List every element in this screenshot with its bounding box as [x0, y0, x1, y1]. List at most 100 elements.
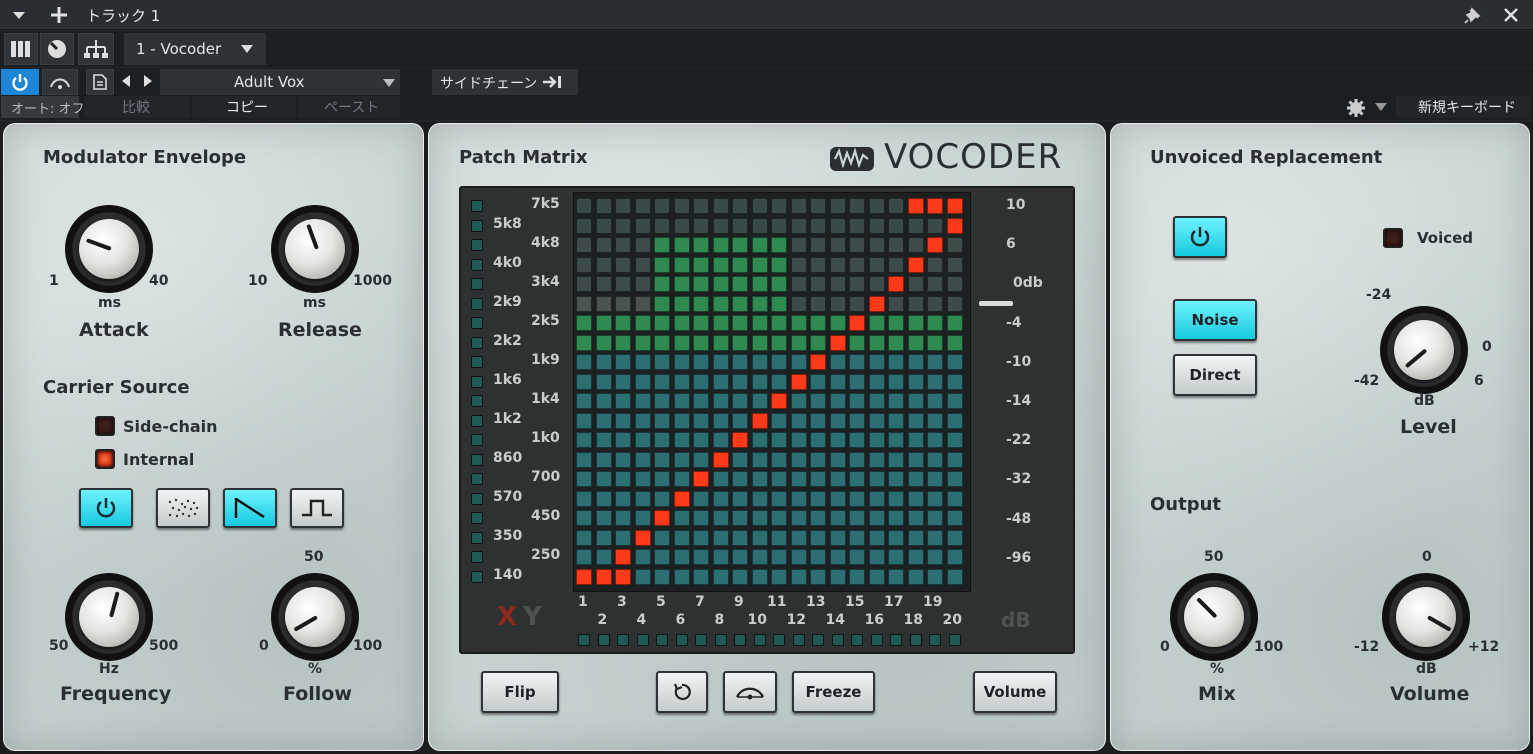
matrix-cell[interactable]: [654, 237, 670, 253]
matrix-cell[interactable]: [595, 373, 612, 390]
matrix-cell[interactable]: [732, 198, 748, 214]
matrix-cell[interactable]: [946, 217, 963, 234]
next-preset-icon[interactable]: [142, 74, 154, 88]
band-led[interactable]: [831, 634, 844, 646]
matrix-cell[interactable]: [615, 490, 631, 507]
row-led[interactable]: [471, 317, 483, 329]
matrix-cell[interactable]: [927, 295, 943, 312]
matrix-cell[interactable]: [849, 295, 865, 312]
band-led[interactable]: [890, 634, 902, 646]
matrix-cell[interactable]: [790, 412, 807, 429]
matrix-cell[interactable]: [595, 451, 612, 468]
sidechain-option[interactable]: Side-chain: [123, 417, 218, 436]
matrix-cell[interactable]: [595, 412, 612, 429]
matrix-cell[interactable]: [849, 354, 865, 370]
matrix-cell[interactable]: [576, 412, 592, 429]
matrix-cell[interactable]: [732, 276, 748, 292]
matrix-cell[interactable]: [907, 198, 924, 214]
matrix-cell[interactable]: [771, 510, 787, 526]
matrix-cell[interactable]: [810, 295, 826, 312]
matrix-cell[interactable]: [654, 256, 670, 273]
matrix-cell[interactable]: [673, 451, 690, 468]
matrix-cell[interactable]: [693, 529, 709, 546]
matrix-cell[interactable]: [907, 276, 924, 292]
matrix-cell[interactable]: [732, 510, 748, 526]
matrix-cell[interactable]: [810, 529, 826, 546]
matrix-cell[interactable]: [576, 490, 592, 507]
matrix-cell[interactable]: [712, 432, 729, 448]
device-select[interactable]: 1 - Vocoder: [124, 33, 266, 65]
saw-wave-button[interactable]: [223, 488, 277, 528]
matrix-cell[interactable]: [693, 393, 709, 409]
matrix-cell[interactable]: [595, 490, 612, 507]
matrix-cell[interactable]: [771, 412, 787, 429]
matrix-cell[interactable]: [868, 432, 885, 448]
matrix-cell[interactable]: [595, 432, 612, 448]
matrix-cell[interactable]: [712, 276, 729, 292]
row-led[interactable]: [471, 200, 483, 212]
mix-knob[interactable]: [1170, 573, 1258, 661]
matrix-cell[interactable]: [693, 373, 709, 390]
row-led[interactable]: [471, 356, 483, 368]
matrix-cell[interactable]: [927, 354, 943, 370]
matrix-cell[interactable]: [576, 237, 592, 253]
matrix-cell[interactable]: [946, 256, 963, 273]
matrix-cell[interactable]: [673, 334, 690, 351]
matrix-cell[interactable]: [732, 334, 748, 351]
matrix-cell[interactable]: [888, 276, 904, 292]
matrix-cell[interactable]: [888, 237, 904, 253]
band-led[interactable]: [578, 634, 590, 646]
matrix-cell[interactable]: [868, 490, 885, 507]
matrix-cell[interactable]: [712, 354, 729, 370]
matrix-cell[interactable]: [868, 256, 885, 273]
matrix-cell[interactable]: [771, 529, 787, 546]
matrix-cell[interactable]: [927, 471, 943, 487]
unvoiced-power-button[interactable]: [1173, 216, 1227, 258]
matrix-cell[interactable]: [751, 471, 768, 487]
matrix-cell[interactable]: [654, 393, 670, 409]
matrix-cell[interactable]: [576, 549, 592, 565]
gear-icon[interactable]: [1346, 98, 1366, 118]
matrix-cell[interactable]: [946, 295, 963, 312]
matrix-cell[interactable]: [771, 237, 787, 253]
matrix-cell[interactable]: [829, 217, 846, 234]
matrix-cell[interactable]: [732, 412, 748, 429]
matrix-cell[interactable]: [810, 198, 826, 214]
matrix-cell[interactable]: [732, 393, 748, 409]
matrix-cell[interactable]: [849, 490, 865, 507]
matrix-cell[interactable]: [849, 451, 865, 468]
matrix-cell[interactable]: [712, 217, 729, 234]
matrix-cell[interactable]: [771, 256, 787, 273]
row-led[interactable]: [471, 473, 483, 485]
band-led[interactable]: [851, 634, 863, 646]
matrix-cell[interactable]: [771, 276, 787, 292]
matrix-cell[interactable]: [771, 471, 787, 487]
row-led[interactable]: [471, 570, 483, 583]
pin-icon[interactable]: [1462, 6, 1482, 26]
matrix-cell[interactable]: [576, 256, 592, 273]
matrix-cell[interactable]: [810, 276, 826, 292]
matrix-cell[interactable]: [907, 237, 924, 253]
matrix-cell[interactable]: [849, 315, 865, 331]
matrix-cell[interactable]: [946, 315, 963, 331]
matrix-cell[interactable]: [751, 315, 768, 331]
matrix-cell[interactable]: [751, 198, 768, 214]
matrix-cell[interactable]: [615, 373, 631, 390]
row-led[interactable]: [471, 512, 483, 524]
band-led[interactable]: [812, 634, 824, 646]
matrix-cell[interactable]: [790, 217, 807, 234]
matrix-cell[interactable]: [946, 334, 963, 351]
matrix-cell[interactable]: [849, 529, 865, 546]
matrix-cell[interactable]: [576, 529, 592, 546]
matrix-cell[interactable]: [712, 256, 729, 273]
matrix-cell[interactable]: [654, 568, 670, 585]
matrix-cell[interactable]: [615, 471, 631, 487]
matrix-cell[interactable]: [849, 432, 865, 448]
matrix-cell[interactable]: [654, 354, 670, 370]
attack-knob[interactable]: [65, 205, 153, 293]
matrix-cell[interactable]: [946, 393, 963, 409]
matrix-cell[interactable]: [634, 237, 651, 253]
matrix-cell[interactable]: [810, 237, 826, 253]
matrix-cell[interactable]: [927, 198, 943, 214]
matrix-cell[interactable]: [868, 549, 885, 565]
